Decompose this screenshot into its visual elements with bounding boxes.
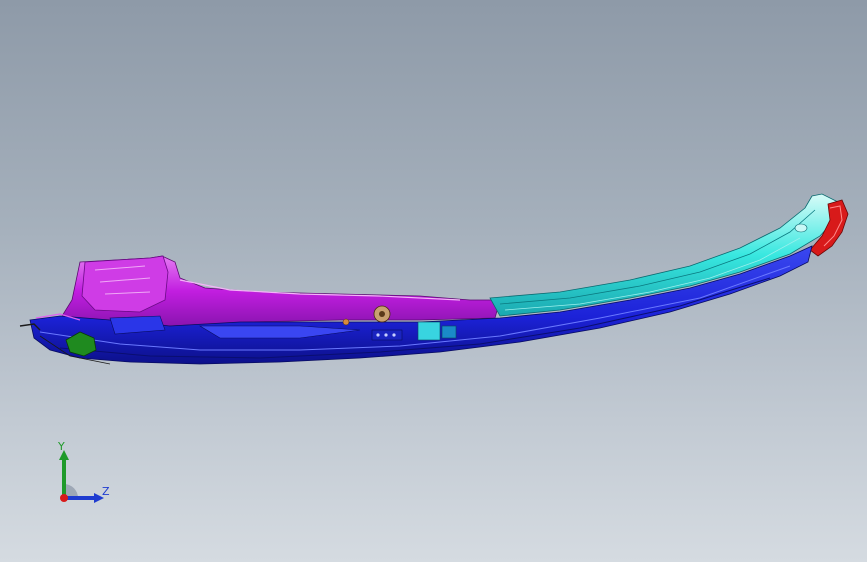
fitting-cyan <box>417 321 441 341</box>
cad-model[interactable] <box>0 0 867 562</box>
y-axis-label: Y <box>58 440 65 453</box>
z-axis-label: Z <box>102 485 110 498</box>
coordinate-triad: Y Z <box>40 436 130 516</box>
triad-axes-icon <box>59 450 104 503</box>
magenta-flange <box>81 255 169 313</box>
x-axis-dot <box>60 494 68 502</box>
cad-viewport[interactable]: Y Z <box>0 0 867 562</box>
